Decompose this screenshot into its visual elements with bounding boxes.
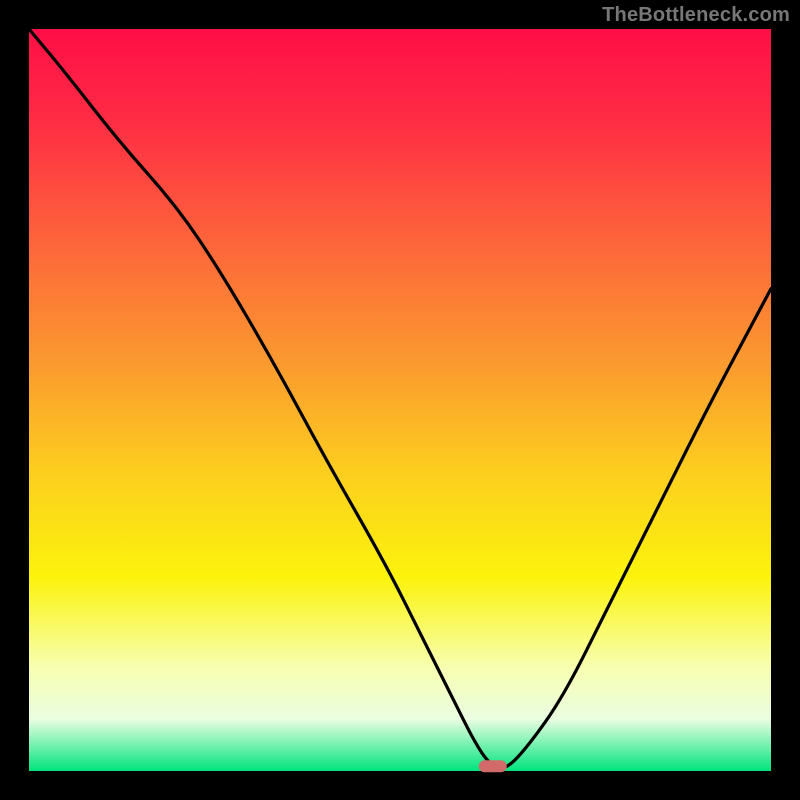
chart-svg: [0, 0, 800, 800]
watermark-text: TheBottleneck.com: [602, 4, 790, 27]
plot-gradient: [29, 29, 771, 771]
chart-stage: TheBottleneck.com: [0, 0, 800, 800]
optimal-marker: [479, 760, 507, 772]
